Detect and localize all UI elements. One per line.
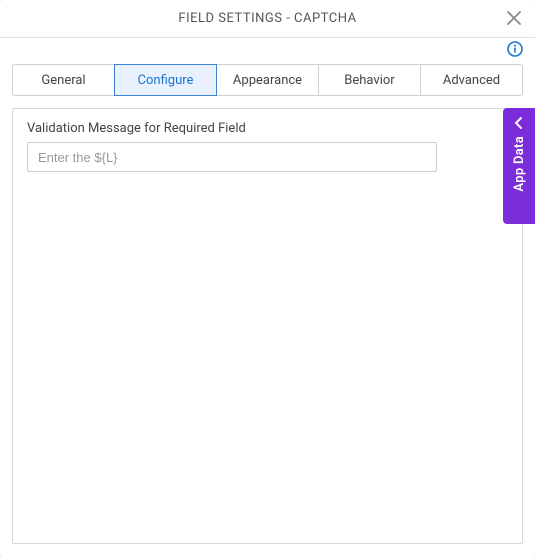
field-settings-modal: FIELD SETTINGS - CAPTCHA General Configu… — [0, 0, 535, 556]
tab-advanced[interactable]: Advanced — [420, 64, 523, 96]
validation-message-label: Validation Message for Required Field — [27, 121, 508, 136]
app-data-drawer-toggle[interactable]: App Data — [503, 108, 535, 224]
modal-header: FIELD SETTINGS - CAPTCHA — [0, 0, 535, 38]
tab-label: Behavior — [344, 73, 394, 88]
tab-label: Advanced — [443, 73, 500, 88]
validation-message-input[interactable] — [27, 142, 437, 172]
tab-general[interactable]: General — [12, 64, 115, 96]
tab-label: General — [41, 73, 85, 88]
close-button[interactable] — [503, 6, 525, 32]
chevron-left-icon — [512, 116, 526, 130]
configure-panel: Validation Message for Required Field — [12, 108, 523, 544]
close-icon — [507, 11, 521, 25]
tab-behavior[interactable]: Behavior — [318, 64, 421, 96]
tab-configure[interactable]: Configure — [114, 64, 217, 96]
tab-label: Configure — [138, 73, 194, 88]
tab-appearance[interactable]: Appearance — [216, 64, 319, 96]
info-row — [0, 38, 535, 64]
tab-label: Appearance — [233, 73, 302, 88]
info-icon[interactable] — [507, 41, 523, 61]
tabs: General Configure Appearance Behavior Ad… — [0, 64, 535, 96]
modal-title: FIELD SETTINGS - CAPTCHA — [178, 11, 356, 26]
drawer-label: App Data — [512, 136, 527, 192]
